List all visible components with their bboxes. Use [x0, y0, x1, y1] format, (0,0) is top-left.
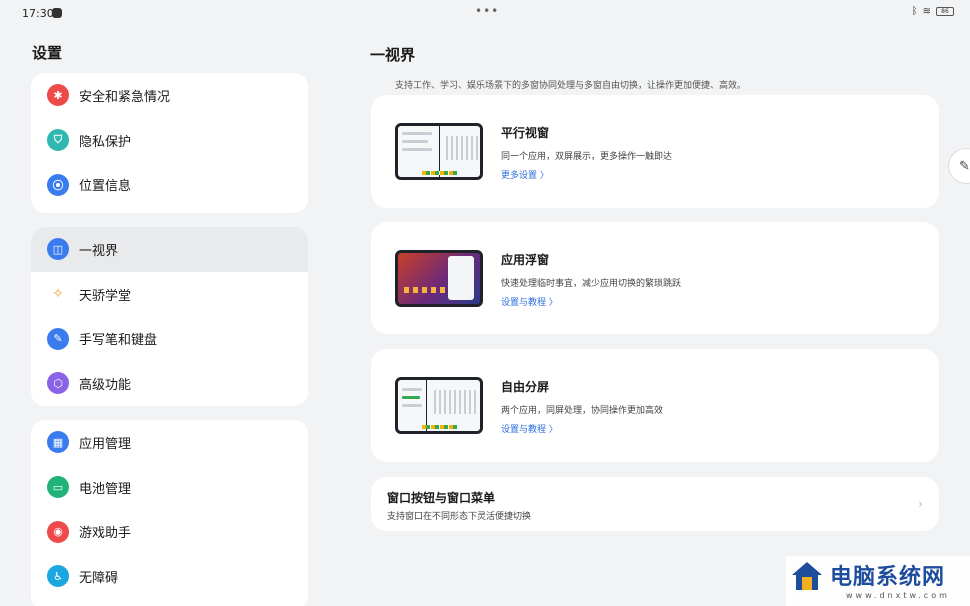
card-window-buttons-menu[interactable]: 窗口按钮与窗口菜单 支持窗口在不同形态下灵活便捷切换 › — [371, 477, 939, 531]
sidebar-item-label: 隐私保护 — [79, 134, 132, 150]
card-title: 平行视窗 — [501, 126, 550, 140]
sidebar-item-location[interactable]: ⦿ 位置信息 — [31, 162, 308, 207]
split-screen-illustration — [395, 377, 483, 434]
detail-panel: 一视界 支持工作、学习、娱乐场景下的多窗协同处理与多窗自由切换，让操作更加便捷、… — [340, 28, 970, 606]
sidebar-item-battery[interactable]: ▭ 电池管理 — [31, 465, 308, 510]
app-notification-icon — [52, 8, 62, 18]
watermark-title: 电脑系统网 — [830, 565, 946, 590]
card-title: 窗口按钮与窗口菜单 — [387, 491, 496, 505]
accessibility-icon: ♿ — [47, 565, 69, 588]
pen-icon: ✎ — [959, 158, 970, 174]
wifi-icon: ≋ — [922, 6, 931, 17]
asterisk-icon: ✱ — [47, 84, 69, 107]
status-bar: 17:30 ••• ᛒ ≋ 86 — [0, 0, 970, 28]
parallel-window-illustration — [395, 123, 483, 180]
sidebar-item-label: 高级功能 — [79, 377, 132, 393]
settings-group-apps: ▦ 应用管理 ▭ 电池管理 ◉ 游戏助手 ♿ 无障碍 — [31, 420, 308, 606]
battery-icon: 86 — [936, 7, 954, 16]
sidebar-item-accessibility[interactable]: ♿ 无障碍 — [31, 554, 308, 599]
sidebar-item-label: 应用管理 — [79, 436, 132, 452]
card-description: 同一个应用，双屏展示，更多操作一触即达 — [501, 152, 673, 162]
multitask-dots-icon[interactable]: ••• — [475, 4, 499, 18]
settings-title: 设置 — [32, 44, 63, 62]
sidebar-item-game-assistant[interactable]: ◉ 游戏助手 — [31, 509, 308, 554]
battery-icon: ▭ — [47, 476, 69, 499]
handshake-icon: ✧ — [52, 286, 64, 303]
settings-group-security: ✱ 安全和紧急情况 ⛉ 隐私保护 ⦿ 位置信息 — [31, 73, 308, 213]
watermark: 电脑系统网 www.dnxtw.com — [786, 556, 970, 606]
pen-icon: ✎ — [47, 327, 69, 350]
chevron-right-icon: › — [918, 497, 923, 511]
card-description: 快速处理临时事宜，减少应用切换的繁琐跳跃 — [501, 279, 682, 289]
status-icons: ᛒ ≋ 86 — [912, 6, 954, 17]
status-time: 17:30 — [22, 7, 54, 20]
sidebar-item-label: 天骄学堂 — [79, 288, 132, 304]
sidebar-item-pen-keyboard[interactable]: ✎ 手写笔和键盘 — [31, 316, 308, 361]
page-description: 支持工作、学习、娱乐场景下的多窗协同处理与多窗自由切换，让操作更加便捷、高效。 — [395, 81, 747, 91]
card-title: 应用浮窗 — [501, 253, 550, 267]
settings-group-features: ◫ 一视界 ✧ 天骄学堂 ✎ 手写笔和键盘 ⬡ 高级功能 — [31, 227, 308, 406]
house-logo-icon — [792, 562, 822, 590]
card-description: 支持窗口在不同形态下灵活便捷切换 — [387, 512, 532, 522]
sidebar-item-label: 电池管理 — [79, 481, 132, 497]
card-description: 两个应用，同屏处理，协同操作更加高效 — [501, 406, 664, 416]
sidebar-item-label: 一视界 — [79, 243, 119, 259]
advanced-icon: ⬡ — [47, 372, 69, 395]
card-free-split-screen[interactable]: 自由分屏 两个应用，同屏处理，协同操作更加高效 设置与教程 〉 — [371, 349, 939, 462]
sidebar-item-app-management[interactable]: ▦ 应用管理 — [31, 420, 308, 465]
bluetooth-icon: ᛒ — [911, 6, 918, 17]
more-settings-link[interactable]: 更多设置 〉 — [501, 168, 549, 181]
settings-tutorial-link[interactable]: 设置与教程 〉 — [501, 295, 558, 308]
gamepad-icon: ◉ — [47, 520, 69, 543]
sidebar-item-security[interactable]: ✱ 安全和紧急情况 — [31, 73, 308, 118]
sidebar-item-privacy[interactable]: ⛉ 隐私保护 — [31, 118, 308, 163]
card-title: 自由分屏 — [501, 380, 550, 394]
sidebar-item-label: 位置信息 — [79, 179, 132, 195]
shield-icon: ⛉ — [47, 129, 69, 152]
floating-window-illustration — [395, 250, 483, 307]
sidebar-item-split-view[interactable]: ◫ 一视界 — [31, 227, 308, 272]
card-parallel-window[interactable]: 平行视窗 同一个应用，双屏展示，更多操作一触即达 更多设置 〉 — [371, 95, 939, 208]
sidebar-item-label: 安全和紧急情况 — [79, 89, 171, 105]
sidebar-item-label: 游戏助手 — [79, 526, 132, 542]
grid-apps-icon: ▦ — [47, 431, 69, 454]
watermark-url: www.dnxtw.com — [846, 591, 950, 600]
settings-tutorial-link[interactable]: 设置与教程 〉 — [501, 422, 558, 435]
sidebar-item-label: 手写笔和键盘 — [79, 333, 158, 349]
sidebar-item-label: 无障碍 — [79, 570, 119, 586]
location-pin-icon: ⦿ — [47, 173, 69, 196]
split-view-icon: ◫ — [47, 238, 69, 261]
settings-sidebar: 设置 ✱ 安全和紧急情况 ⛉ 隐私保护 ⦿ 位置信息 ◫ 一视界 ✧ 天骄学堂 … — [0, 28, 340, 606]
sidebar-item-academy[interactable]: ✧ 天骄学堂 — [31, 272, 308, 317]
card-app-floating-window[interactable]: 应用浮窗 快速处理临时事宜，减少应用切换的繁琐跳跃 设置与教程 〉 — [371, 222, 939, 334]
sidebar-item-advanced[interactable]: ⬡ 高级功能 — [31, 361, 308, 406]
page-title: 一视界 — [370, 46, 416, 64]
